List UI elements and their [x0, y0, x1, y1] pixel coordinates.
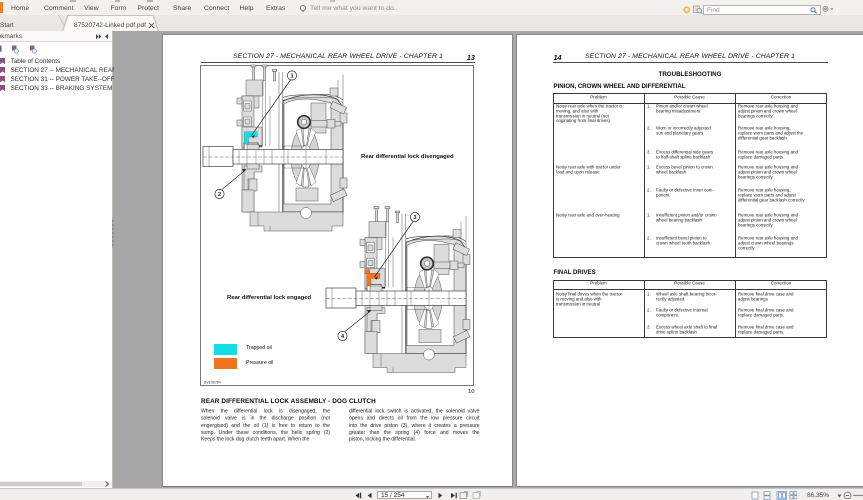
svg-text:1: 1 [290, 74, 293, 80]
svg-text:2: 2 [218, 192, 221, 198]
svg-text:3: 3 [413, 215, 416, 221]
